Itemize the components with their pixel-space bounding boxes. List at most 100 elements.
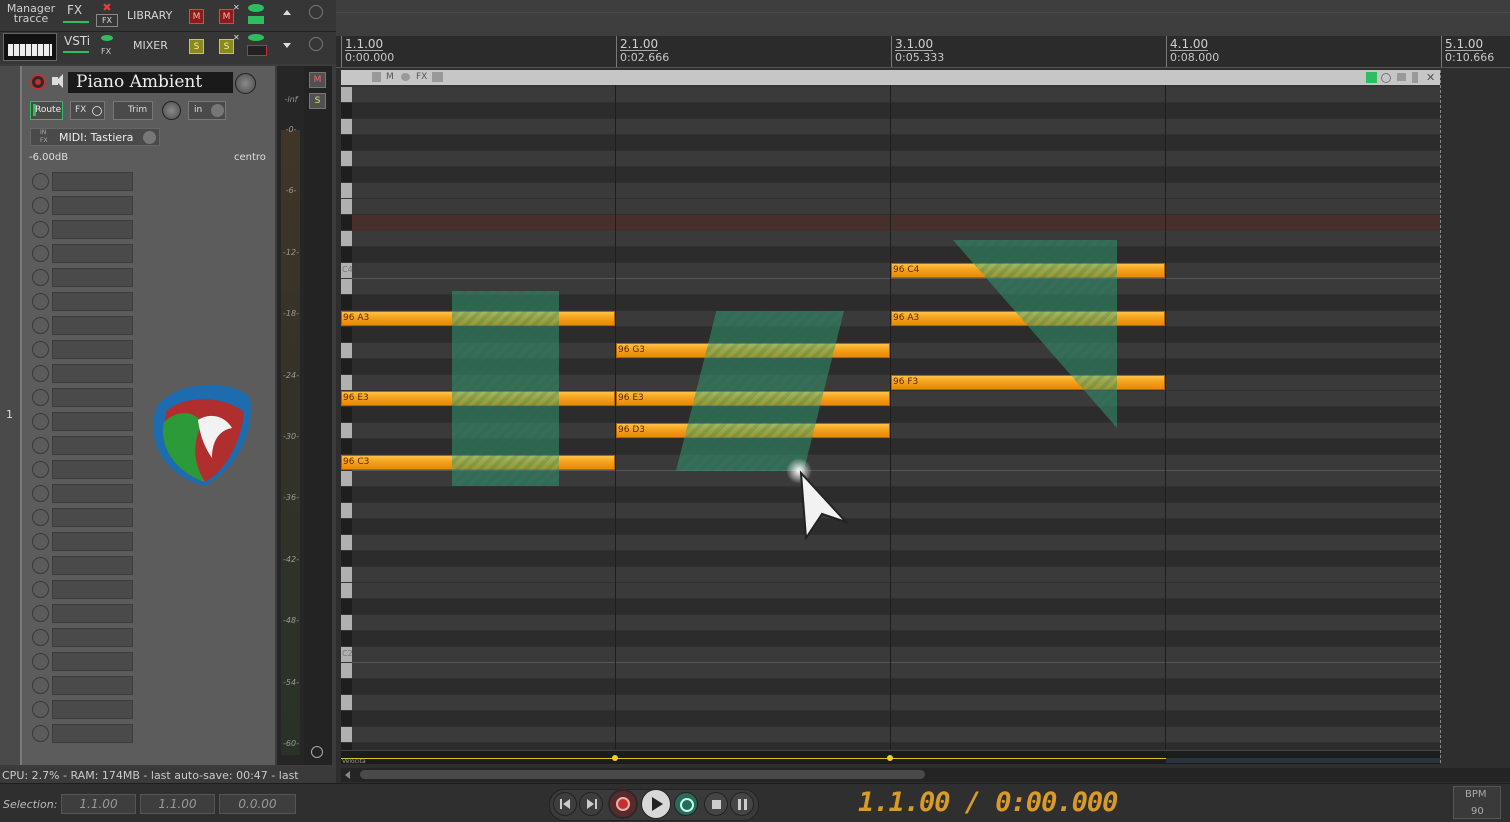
item-green-icon[interactable]	[1366, 72, 1377, 83]
piano-key[interactable]	[341, 247, 352, 262]
item-fx-label[interactable]: FX	[416, 72, 427, 82]
piano-roll-row[interactable]	[352, 583, 1440, 599]
ruler-marker[interactable]: 1.1.00 0:00.000	[341, 36, 394, 67]
fx-slot[interactable]	[30, 676, 133, 695]
volume-knob[interactable]	[235, 73, 256, 94]
fx-slot-bypass-icon[interactable]	[32, 365, 49, 382]
ruler-marker[interactable]: 3.1.00 0:05.333	[891, 36, 944, 67]
selection-start-field[interactable]: 1.1.00	[61, 794, 136, 814]
dropdown-arrow-icon[interactable]	[283, 43, 291, 48]
scrollbar-thumb[interactable]	[360, 770, 925, 779]
fx-slot[interactable]	[30, 268, 133, 287]
piano-key[interactable]	[341, 567, 352, 582]
phase-icon[interactable]	[311, 746, 323, 758]
fx-slot-field[interactable]	[52, 316, 133, 335]
selection-end-field[interactable]: 1.1.00	[140, 794, 215, 814]
ruler-marker[interactable]: 5.1.00 0:10.666	[1441, 36, 1494, 67]
piano-key[interactable]	[341, 439, 352, 454]
fx-slot-bypass-icon[interactable]	[32, 269, 49, 286]
fx-slot-bypass-icon[interactable]	[32, 677, 49, 694]
fx-slot-bypass-icon[interactable]	[32, 581, 49, 598]
piano-key[interactable]	[341, 295, 352, 310]
fx-slot[interactable]	[30, 340, 133, 359]
fx-slot-bypass-icon[interactable]	[32, 197, 49, 214]
piano-roll-row[interactable]	[352, 727, 1440, 743]
piano-roll-row[interactable]	[352, 647, 1440, 663]
fx-bypass-icon[interactable]: ✖ FX	[96, 2, 118, 27]
fx-slot-field[interactable]	[52, 652, 133, 671]
piano-key[interactable]	[341, 183, 352, 198]
scroll-left-icon[interactable]	[345, 771, 350, 779]
zoom-out-icon[interactable]	[309, 37, 323, 51]
track-solo-button[interactable]: S	[309, 93, 326, 109]
item-zoom-icon[interactable]	[1381, 73, 1391, 83]
fx-slot-bypass-icon[interactable]	[32, 341, 49, 358]
vsti-button[interactable]: VSTi	[64, 34, 90, 48]
piano-roll-row[interactable]	[352, 631, 1440, 647]
piano-roll-row[interactable]	[352, 535, 1440, 551]
fx-slot-bypass-icon[interactable]	[32, 701, 49, 718]
piano-roll-row[interactable]	[352, 247, 1440, 263]
fx-slot-bypass-icon[interactable]	[32, 725, 49, 742]
piano-roll-row[interactable]	[352, 519, 1440, 535]
vsti-eye-icon[interactable]	[101, 35, 113, 41]
solo-all-button[interactable]: S	[189, 39, 204, 54]
selection-length-field[interactable]: 0.0.00	[219, 794, 296, 814]
piano-roll-row[interactable]	[352, 711, 1440, 727]
piano-key[interactable]	[341, 199, 352, 214]
zoom-in-icon[interactable]	[309, 5, 323, 19]
piano-key[interactable]	[341, 407, 352, 422]
fx-slot-field[interactable]	[52, 676, 133, 695]
piano-roll-row[interactable]	[352, 551, 1440, 567]
piano-roll-row[interactable]	[352, 135, 1440, 151]
piano-key[interactable]	[341, 135, 352, 150]
fx-slot-field[interactable]	[52, 196, 133, 215]
piano-key[interactable]	[341, 327, 352, 342]
fx-slot-field[interactable]	[52, 628, 133, 647]
fx-slot[interactable]	[30, 196, 133, 215]
piano-key[interactable]	[341, 663, 352, 678]
velocity-marker[interactable]	[887, 755, 893, 761]
fx-slot-bypass-icon[interactable]	[32, 413, 49, 430]
midi-note[interactable]: 96 F3	[891, 375, 1165, 390]
fx-slot-field[interactable]	[52, 724, 133, 743]
piano-key[interactable]	[341, 583, 352, 598]
fx-slot-bypass-icon[interactable]	[32, 389, 49, 406]
fx-slot-field[interactable]	[52, 388, 133, 407]
play-button[interactable]	[641, 789, 671, 819]
piano-key[interactable]	[341, 119, 352, 134]
piano-roll-row[interactable]	[352, 151, 1440, 167]
piano-key[interactable]	[341, 231, 352, 246]
close-small-icon[interactable]: ✕	[233, 33, 240, 42]
fx-slot[interactable]	[30, 532, 133, 551]
item-mute-label[interactable]: M	[386, 72, 394, 82]
fx-slot-bypass-icon[interactable]	[32, 245, 49, 262]
fx-slot-field[interactable]	[52, 484, 133, 503]
manager-tracks-button[interactable]: Manager tracce	[3, 3, 59, 24]
route-button[interactable]: Route	[30, 101, 63, 120]
fx-slot-field[interactable]	[52, 556, 133, 575]
fx-slot-field[interactable]	[52, 700, 133, 719]
record-button[interactable]	[608, 789, 638, 819]
fx-slot-field[interactable]	[52, 364, 133, 383]
fx-slot[interactable]	[30, 436, 133, 455]
mixer-button[interactable]: MIXER	[133, 39, 168, 52]
piano-key[interactable]	[341, 535, 352, 550]
position-display[interactable]: 1.1.00 / 0:00.000	[858, 787, 1118, 818]
piano-key[interactable]	[341, 343, 352, 358]
fx-slot-bypass-icon[interactable]	[32, 653, 49, 670]
fx-slot-field[interactable]	[52, 508, 133, 527]
fx-slot-bypass-icon[interactable]	[32, 629, 49, 646]
monitor-eye-icon[interactable]	[248, 4, 264, 12]
fx-slot[interactable]	[30, 580, 133, 599]
fx-slot[interactable]	[30, 460, 133, 479]
fx-slot-field[interactable]	[52, 604, 133, 623]
piano-key[interactable]	[341, 487, 352, 502]
unmute-all-button[interactable]: M	[219, 9, 234, 24]
go-to-start-button[interactable]	[553, 792, 577, 816]
piano-key[interactable]	[341, 215, 352, 230]
piano-key[interactable]	[341, 727, 352, 742]
fx-slot-bypass-icon[interactable]	[32, 557, 49, 574]
piano-key[interactable]	[341, 87, 352, 102]
piano-roll-row[interactable]	[352, 199, 1440, 215]
